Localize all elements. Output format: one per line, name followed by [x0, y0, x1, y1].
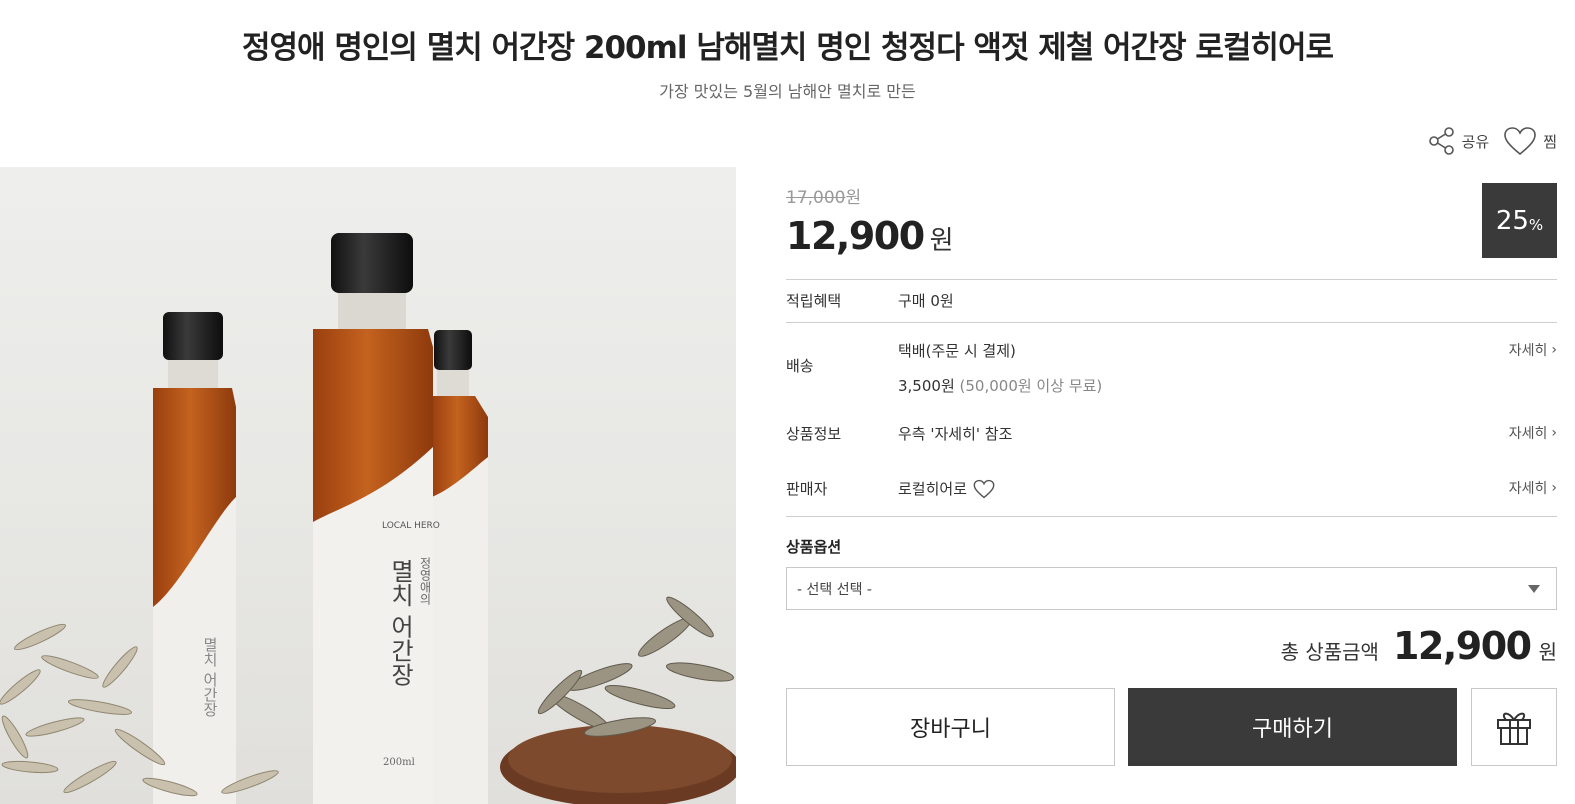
bottle-label-maker: 정영애의 — [418, 557, 432, 605]
option-selected-value: - 선택 선택 - — [797, 581, 872, 598]
shipping-row: 배송 택배(주문 시 결제) 3,500원 (50,000원 이상 무료) 자세… — [786, 340, 1557, 400]
option-label: 상품옵션 — [786, 538, 842, 556]
gift-button[interactable] — [1471, 688, 1557, 766]
total-value: 12,900 — [1392, 624, 1532, 668]
chevron-right-icon: › — [1551, 425, 1557, 441]
divider — [786, 322, 1557, 323]
points-label: 적립혜택 — [786, 292, 842, 310]
bottle-front: LOCAL HERO 멸치 어간장 정영애의 200ml — [313, 233, 440, 804]
shipping-method: 택배(주문 시 결제) — [898, 342, 1016, 360]
sale-price: 12,900 원 — [786, 214, 954, 258]
wish-label: 찜 — [1543, 132, 1557, 151]
seller-more-link[interactable]: 자세히 › — [1509, 478, 1557, 498]
divider — [786, 516, 1557, 517]
shipping-more-link[interactable]: 자세히 › — [1509, 340, 1557, 360]
bottle-label-title: 멸치 어간장 — [386, 559, 414, 687]
seller-value: 로컬히어로 — [898, 478, 995, 499]
chevron-right-icon: › — [1551, 342, 1557, 358]
total-unit: 원 — [1538, 640, 1557, 664]
wish-button[interactable]: 찜 — [1503, 126, 1557, 156]
anchovies-plate — [537, 596, 735, 737]
total-price: 총 상품금액 12,900 원 — [1281, 624, 1557, 668]
product-photo-illustration: 멸치 어간장 LOCAL HERO 멸치 어간장 정영애의 200ml — [0, 233, 736, 804]
caret-down-icon — [1528, 585, 1540, 593]
option-select[interactable]: - 선택 선택 - — [786, 567, 1557, 610]
chevron-right-icon: › — [1551, 480, 1557, 496]
shipping-fee: 3,500원 (50,000원 이상 무료) — [898, 377, 1103, 395]
seller-label: 판매자 — [786, 480, 828, 498]
divider — [786, 279, 1557, 280]
share-button[interactable]: 공유 — [1428, 126, 1490, 156]
bottle-brand-label: LOCAL HERO — [382, 521, 440, 531]
bottle-back-left: 멸치 어간장 — [153, 312, 236, 804]
discount-badge: 25% — [1482, 183, 1557, 258]
product-title: 정영애 명인의 멸치 어간장 200ml 남해멸치 명인 청정다 액젓 제철 어… — [242, 30, 1334, 66]
buy-button[interactable]: 구매하기 — [1128, 688, 1457, 766]
price-area: 17,000원 12,900 원 25% — [786, 183, 1557, 258]
total-label: 총 상품금액 — [1280, 640, 1379, 664]
shipping-label: 배송 — [786, 357, 814, 375]
gift-icon — [1497, 712, 1531, 745]
anchovies-left — [0, 623, 279, 797]
svg-text:멸치 어간장: 멸치 어간장 — [201, 637, 219, 717]
bottle-volume: 200ml — [383, 757, 415, 768]
share-label: 공유 — [1461, 132, 1490, 151]
product-actions: 공유 찜 — [1428, 126, 1557, 156]
product-info-value: 우측 '자세히' 참조 — [898, 425, 1013, 443]
product-image: 멸치 어간장 LOCAL HERO 멸치 어간장 정영애의 200ml — [0, 167, 736, 804]
original-price: 17,000원 — [786, 188, 862, 208]
heart-icon — [1504, 127, 1536, 156]
product-info-more-link[interactable]: 자세히 › — [1509, 423, 1557, 443]
share-icon — [1428, 127, 1454, 155]
cart-button[interactable]: 장바구니 — [786, 688, 1115, 766]
product-info-label: 상품정보 — [786, 425, 842, 443]
bottle-back-right — [432, 330, 488, 804]
product-subtitle: 가장 맛있는 5월의 남해안 멸치로 만든 — [659, 82, 916, 101]
points-value: 구매 0원 — [898, 292, 954, 310]
seller-heart-icon[interactable] — [973, 479, 995, 499]
